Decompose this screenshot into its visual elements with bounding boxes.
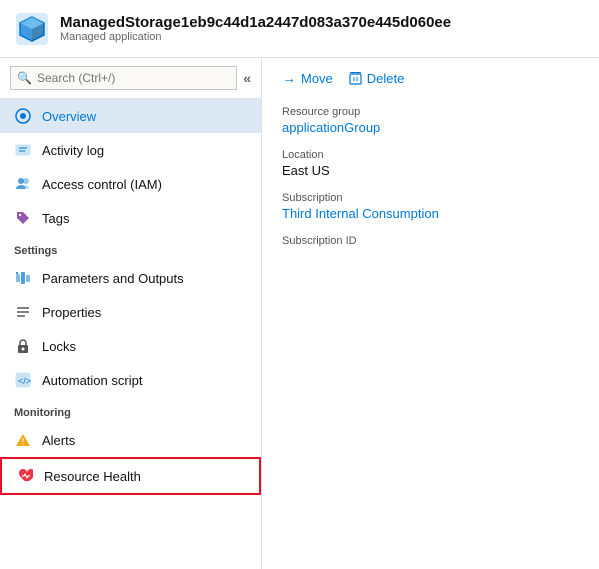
sidebar-item-overview[interactable]: Overview xyxy=(0,99,261,133)
location-row: Location East US xyxy=(282,149,579,178)
search-icon: 🔍 xyxy=(17,71,32,85)
sidebar-item-access-control[interactable]: Access control (IAM) xyxy=(0,167,261,201)
sidebar-label-resource-health: Resource Health xyxy=(44,469,141,484)
sidebar-item-alerts[interactable]: Alerts xyxy=(0,423,261,457)
parameters-icon xyxy=(14,269,32,287)
access-control-icon xyxy=(14,175,32,193)
delete-icon xyxy=(349,71,362,85)
sidebar-label-parameters: Parameters and Outputs xyxy=(42,271,184,286)
subscription-id-label: Subscription ID xyxy=(282,235,579,247)
sidebar-label-alerts: Alerts xyxy=(42,433,75,448)
app-icon xyxy=(14,11,50,47)
info-section: Resource group applicationGroup Location… xyxy=(282,106,579,249)
subscription-row: Subscription Third Internal Consumption xyxy=(282,192,579,221)
sidebar-label-activity-log: Activity log xyxy=(42,143,104,158)
monitoring-section-label: Monitoring xyxy=(0,397,261,423)
search-bar: 🔍 « xyxy=(0,58,261,99)
sidebar-label-access-control: Access control (IAM) xyxy=(42,177,162,192)
sidebar: 🔍 « Overview Activity l xyxy=(0,58,262,569)
sidebar-item-activity-log[interactable]: Activity log xyxy=(0,133,261,167)
search-input[interactable] xyxy=(10,66,237,90)
toolbar: → Move Delete xyxy=(282,70,579,86)
subscription-label: Subscription xyxy=(282,192,579,204)
locks-icon xyxy=(14,337,32,355)
sidebar-item-parameters[interactable]: Parameters and Outputs xyxy=(0,261,261,295)
subscription-id-row: Subscription ID xyxy=(282,235,579,249)
collapse-button[interactable]: « xyxy=(243,70,251,86)
resource-group-value[interactable]: applicationGroup xyxy=(282,120,579,135)
automation-icon: </> xyxy=(14,371,32,389)
subscription-value[interactable]: Third Internal Consumption xyxy=(282,206,579,221)
sidebar-label-properties: Properties xyxy=(42,305,101,320)
sidebar-item-locks[interactable]: Locks xyxy=(0,329,261,363)
settings-section-label: Settings xyxy=(0,235,261,261)
sidebar-label-tags: Tags xyxy=(42,211,69,226)
main-content: 🔍 « Overview Activity l xyxy=(0,58,599,569)
location-label: Location xyxy=(282,149,579,161)
svg-text:</>: </> xyxy=(18,376,31,386)
properties-icon xyxy=(14,303,32,321)
alerts-icon xyxy=(14,431,32,449)
resource-health-icon xyxy=(16,467,34,485)
delete-button[interactable]: Delete xyxy=(349,71,405,86)
activity-log-icon xyxy=(14,141,32,159)
sidebar-label-locks: Locks xyxy=(42,339,76,354)
move-button[interactable]: → Move xyxy=(282,70,333,86)
resource-group-label: Resource group xyxy=(282,106,579,118)
sidebar-item-automation[interactable]: </> Automation script xyxy=(0,363,261,397)
sidebar-label-overview: Overview xyxy=(42,109,96,124)
app-subtitle: Managed application xyxy=(60,31,451,43)
location-value: East US xyxy=(282,163,579,178)
move-icon: → xyxy=(282,70,296,86)
header-text: ManagedStorage1eb9c44d1a2447d083a370e445… xyxy=(60,14,451,43)
app-title: ManagedStorage1eb9c44d1a2447d083a370e445… xyxy=(60,14,451,31)
resource-group-row: Resource group applicationGroup xyxy=(282,106,579,135)
sidebar-item-properties[interactable]: Properties xyxy=(0,295,261,329)
tags-icon xyxy=(14,209,32,227)
sidebar-label-automation: Automation script xyxy=(42,373,142,388)
sidebar-item-resource-health[interactable]: Resource Health xyxy=(0,457,261,495)
app-header: ManagedStorage1eb9c44d1a2447d083a370e445… xyxy=(0,0,599,58)
overview-icon xyxy=(14,107,32,125)
right-panel: → Move Delete xyxy=(262,58,599,569)
sidebar-item-tags[interactable]: Tags xyxy=(0,201,261,235)
